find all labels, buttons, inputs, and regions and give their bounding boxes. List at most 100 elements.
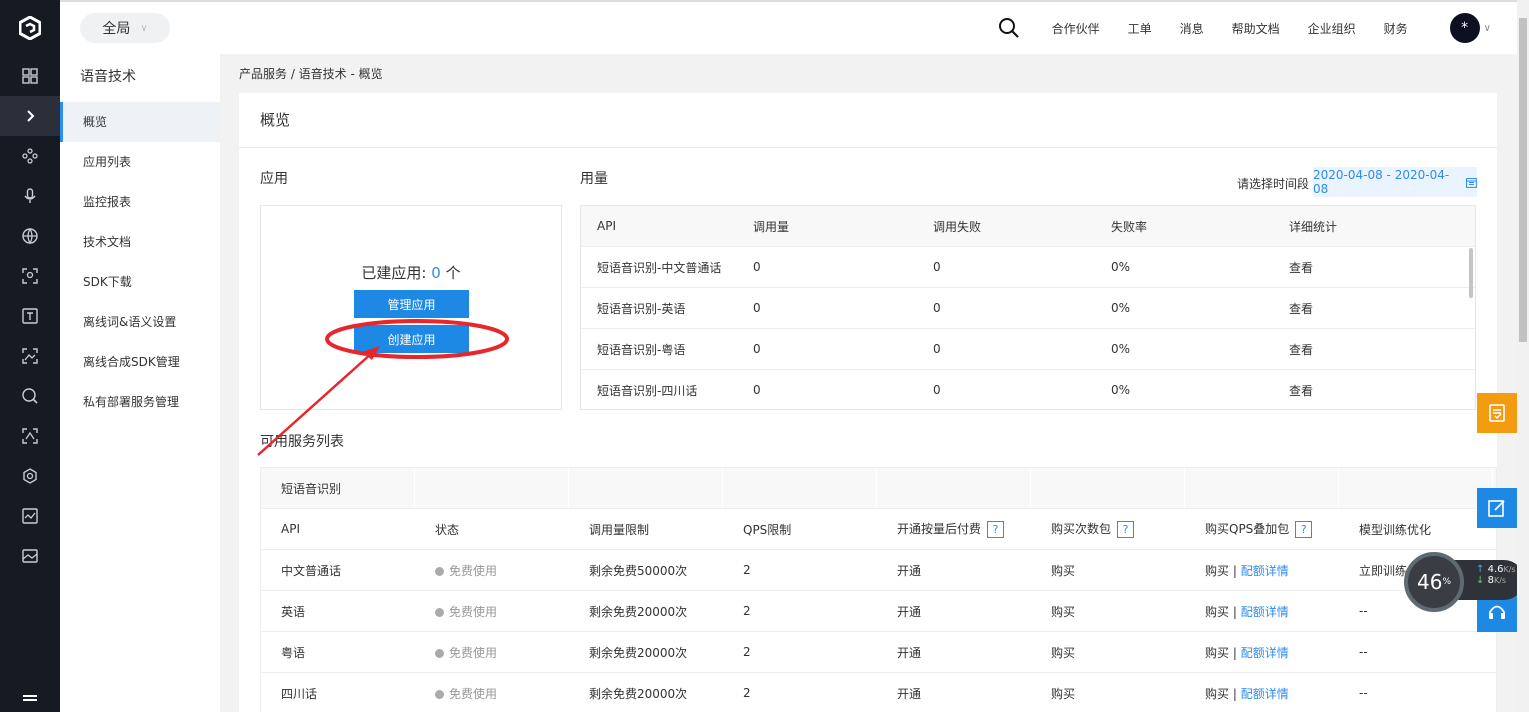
hexagon-icon[interactable] <box>0 456 60 496</box>
services-group-row: 短语音识别 <box>261 468 1496 509</box>
enable-link[interactable]: 开通 <box>877 603 1031 620</box>
network-speed-widget[interactable]: ↑ 4.6K/s ↓ 8K/s 46% <box>1404 552 1526 612</box>
separator: | <box>1232 645 1237 660</box>
nav-tickets[interactable]: 工单 <box>1128 20 1152 37</box>
grid-icon[interactable] <box>0 56 60 96</box>
feedback-icon[interactable] <box>1477 393 1517 433</box>
text-icon[interactable] <box>0 296 60 336</box>
col-call-limit: 调用量限制 <box>589 522 650 537</box>
buy-qps-text[interactable]: 购买 <box>1205 687 1229 701</box>
nav-enterprise[interactable]: 企业组织 <box>1308 20 1356 37</box>
nav-partners[interactable]: 合作伙伴 <box>1052 20 1100 37</box>
menu-icon[interactable] <box>0 692 60 712</box>
edit-icon[interactable] <box>1477 488 1517 528</box>
help-icon[interactable]: ? <box>1117 521 1135 538</box>
manage-apps-button[interactable]: 管理应用 <box>354 290 469 318</box>
date-range-picker[interactable]: 2020-04-08 - 2020-04-08 <box>1313 167 1477 197</box>
quota-details-link[interactable]: 配额详情 <box>1241 646 1289 660</box>
microphone-icon[interactable] <box>0 176 60 216</box>
image-recognition-icon[interactable] <box>0 336 60 376</box>
help-icon[interactable]: ? <box>987 521 1005 538</box>
scope-label: 全局 <box>102 21 131 37</box>
search-icon[interactable] <box>998 17 1020 39</box>
sidebar-item-offline-tts[interactable]: 离线合成SDK管理 <box>60 342 220 382</box>
download-arrow-icon: ↓ <box>1476 575 1485 586</box>
sidebar-item-app-list[interactable]: 应用列表 <box>60 142 220 182</box>
api-name: 英语 <box>281 604 306 619</box>
buy-pack-link[interactable]: 购买 <box>1031 603 1185 620</box>
view-link[interactable]: 查看 <box>1289 300 1475 317</box>
sidebar-item-docs[interactable]: 技术文档 <box>60 222 220 262</box>
view-link[interactable]: 查看 <box>1289 341 1475 358</box>
expand-chevron-icon[interactable] <box>0 96 60 136</box>
api-name: 短语音识别-四川话 <box>597 383 698 398</box>
sidebar-item-offline-words[interactable]: 离线词&语义设置 <box>60 302 220 342</box>
col-failures: 调用失败 <box>933 219 982 234</box>
logo-icon[interactable] <box>0 0 60 56</box>
sidebar-item-monitor[interactable]: 监控报表 <box>60 182 220 222</box>
product-sidebar: 语音技术 概览 应用列表 监控报表 技术文档 SDK下载 离线词&语义设置 离线… <box>60 54 220 712</box>
app-count-unit: 个 <box>445 264 461 282</box>
help-icon[interactable]: ? <box>1295 521 1313 538</box>
nav-finance[interactable]: 财务 <box>1384 20 1408 37</box>
calls-value: 0 <box>753 301 761 315</box>
group-name: 短语音识别 <box>261 468 415 508</box>
col-api: API <box>597 219 616 233</box>
buy-pack-link[interactable]: 购买 <box>1031 685 1185 702</box>
sidebar-item-overview[interactable]: 概览 <box>60 102 220 142</box>
face-scan-icon[interactable] <box>0 256 60 296</box>
page-scrollbar-thumb[interactable] <box>1519 18 1527 342</box>
group-cell <box>1031 468 1185 508</box>
quota-details-link[interactable]: 配额详情 <box>1241 605 1289 619</box>
avatar[interactable]: * <box>1449 13 1480 43</box>
sidebar-item-sdk[interactable]: SDK下载 <box>60 262 220 302</box>
enable-link[interactable]: 开通 <box>877 685 1031 702</box>
col-qps-limit: QPS限制 <box>743 522 792 537</box>
status-dot-icon <box>435 566 444 576</box>
usage-scrollbar[interactable] <box>1469 248 1473 298</box>
enable-link[interactable]: 开通 <box>877 562 1031 579</box>
buy-qps-cell: 购买 | 配额详情 <box>1185 603 1339 620</box>
api-name: 中文普通话 <box>281 563 342 578</box>
nav-help-docs[interactable]: 帮助文档 <box>1232 20 1280 37</box>
quota-details-link[interactable]: 配额详情 <box>1241 687 1289 701</box>
sidebar-item-private-deploy[interactable]: 私有部署服务管理 <box>60 382 220 422</box>
top-bar: 全局 ∨ 合作伙伴 工单 消息 帮助文档 企业组织 财务 * ∨ <box>60 0 1517 54</box>
buy-pack-link[interactable]: 购买 <box>1031 644 1185 661</box>
failures-value: 0 <box>933 260 941 274</box>
date-range-label: 请选择时间段 <box>1236 177 1309 191</box>
create-app-button[interactable]: 创建应用 <box>354 325 469 353</box>
failures-value: 0 <box>933 342 941 356</box>
chart-icon[interactable] <box>0 496 60 536</box>
quota-details-link[interactable]: 配额详情 <box>1241 564 1289 578</box>
main-content: 产品服务 / 语音技术 - 概览 概览 应用 已建应用: 0 个 管理应用 创建… <box>220 54 1517 712</box>
status: 免费使用 <box>415 644 569 661</box>
buy-pack-link[interactable]: 购买 <box>1031 562 1185 579</box>
group-cell <box>415 468 569 508</box>
fail-rate-value: 0% <box>1111 383 1131 397</box>
buy-qps-text[interactable]: 购买 <box>1205 646 1229 660</box>
buy-qps-text[interactable]: 购买 <box>1205 564 1229 578</box>
calls-value: 0 <box>753 260 761 274</box>
table-row: 四川话 免费使用 剩余免费20000次 2 开通 购买 购买 | 配额详情 -- <box>261 673 1496 712</box>
buy-qps-cell: 购买 | 配额详情 <box>1185 685 1339 702</box>
view-link[interactable]: 查看 <box>1289 382 1475 399</box>
nav-messages[interactable]: 消息 <box>1180 20 1204 37</box>
search-face-icon[interactable] <box>0 376 60 416</box>
network-icon[interactable] <box>0 136 60 176</box>
training-value: -- <box>1359 645 1368 659</box>
scan-icon[interactable] <box>0 416 60 456</box>
enable-link[interactable]: 开通 <box>877 644 1031 661</box>
page-scrollbar[interactable] <box>1517 0 1529 712</box>
status-text: 免费使用 <box>449 604 498 619</box>
usage-title: 用量 <box>580 171 608 187</box>
picture-icon[interactable] <box>0 536 60 576</box>
globe-icon[interactable] <box>0 216 60 256</box>
view-link[interactable]: 查看 <box>1289 259 1475 276</box>
col-api: API <box>281 522 300 536</box>
separator: | <box>1232 686 1237 701</box>
table-row: 中文普通话 免费使用 剩余免费50000次 2 开通 购买 购买 | 配额详情 … <box>261 550 1496 591</box>
buy-qps-text[interactable]: 购买 <box>1205 605 1229 619</box>
scope-selector[interactable]: 全局 ∨ <box>80 13 170 43</box>
chevron-down-icon[interactable]: ∨ <box>1484 23 1491 34</box>
